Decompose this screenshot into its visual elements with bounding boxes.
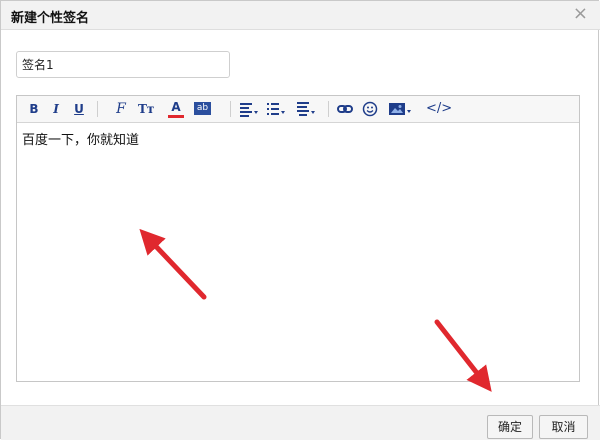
toolbar-separator	[328, 101, 329, 117]
image-icon[interactable]	[388, 99, 412, 119]
toolbar-separator	[97, 101, 98, 117]
background-color-button[interactable]: ab	[194, 102, 211, 115]
dialog-title: 新建个性签名	[11, 11, 90, 26]
dialog-footer: 确定 取消	[1, 405, 600, 440]
confirm-button[interactable]: 确定	[487, 415, 533, 439]
editor-toolbar: B I U F Tт A ab </>	[17, 96, 579, 123]
rich-text-editor: B I U F Tт A ab </> 百度一下，你就知道	[16, 95, 580, 382]
toolbar-separator	[230, 101, 231, 117]
signature-name-input[interactable]	[16, 51, 230, 78]
emoji-icon[interactable]	[362, 99, 378, 119]
italic-button[interactable]: I	[48, 99, 64, 119]
editor-content[interactable]: 百度一下，你就知道	[22, 129, 139, 148]
bold-button[interactable]: B	[26, 99, 42, 119]
close-icon[interactable]: ×	[573, 3, 588, 24]
underline-button[interactable]: U	[71, 99, 87, 119]
font-family-button[interactable]: F	[113, 99, 129, 119]
dialog-titlebar: 新建个性签名 ×	[1, 1, 600, 30]
cancel-button[interactable]: 取消	[539, 415, 588, 439]
list-icon[interactable]	[266, 99, 286, 119]
html-source-button[interactable]: </>	[426, 99, 452, 119]
font-size-button[interactable]: Tт	[138, 99, 154, 119]
font-color-button[interactable]: A	[168, 99, 184, 118]
align-icon[interactable]	[239, 99, 259, 119]
line-height-icon[interactable]	[296, 99, 316, 119]
signature-dialog: 新建个性签名 × B I U F Tт A ab	[0, 0, 600, 440]
link-icon[interactable]	[336, 99, 354, 119]
